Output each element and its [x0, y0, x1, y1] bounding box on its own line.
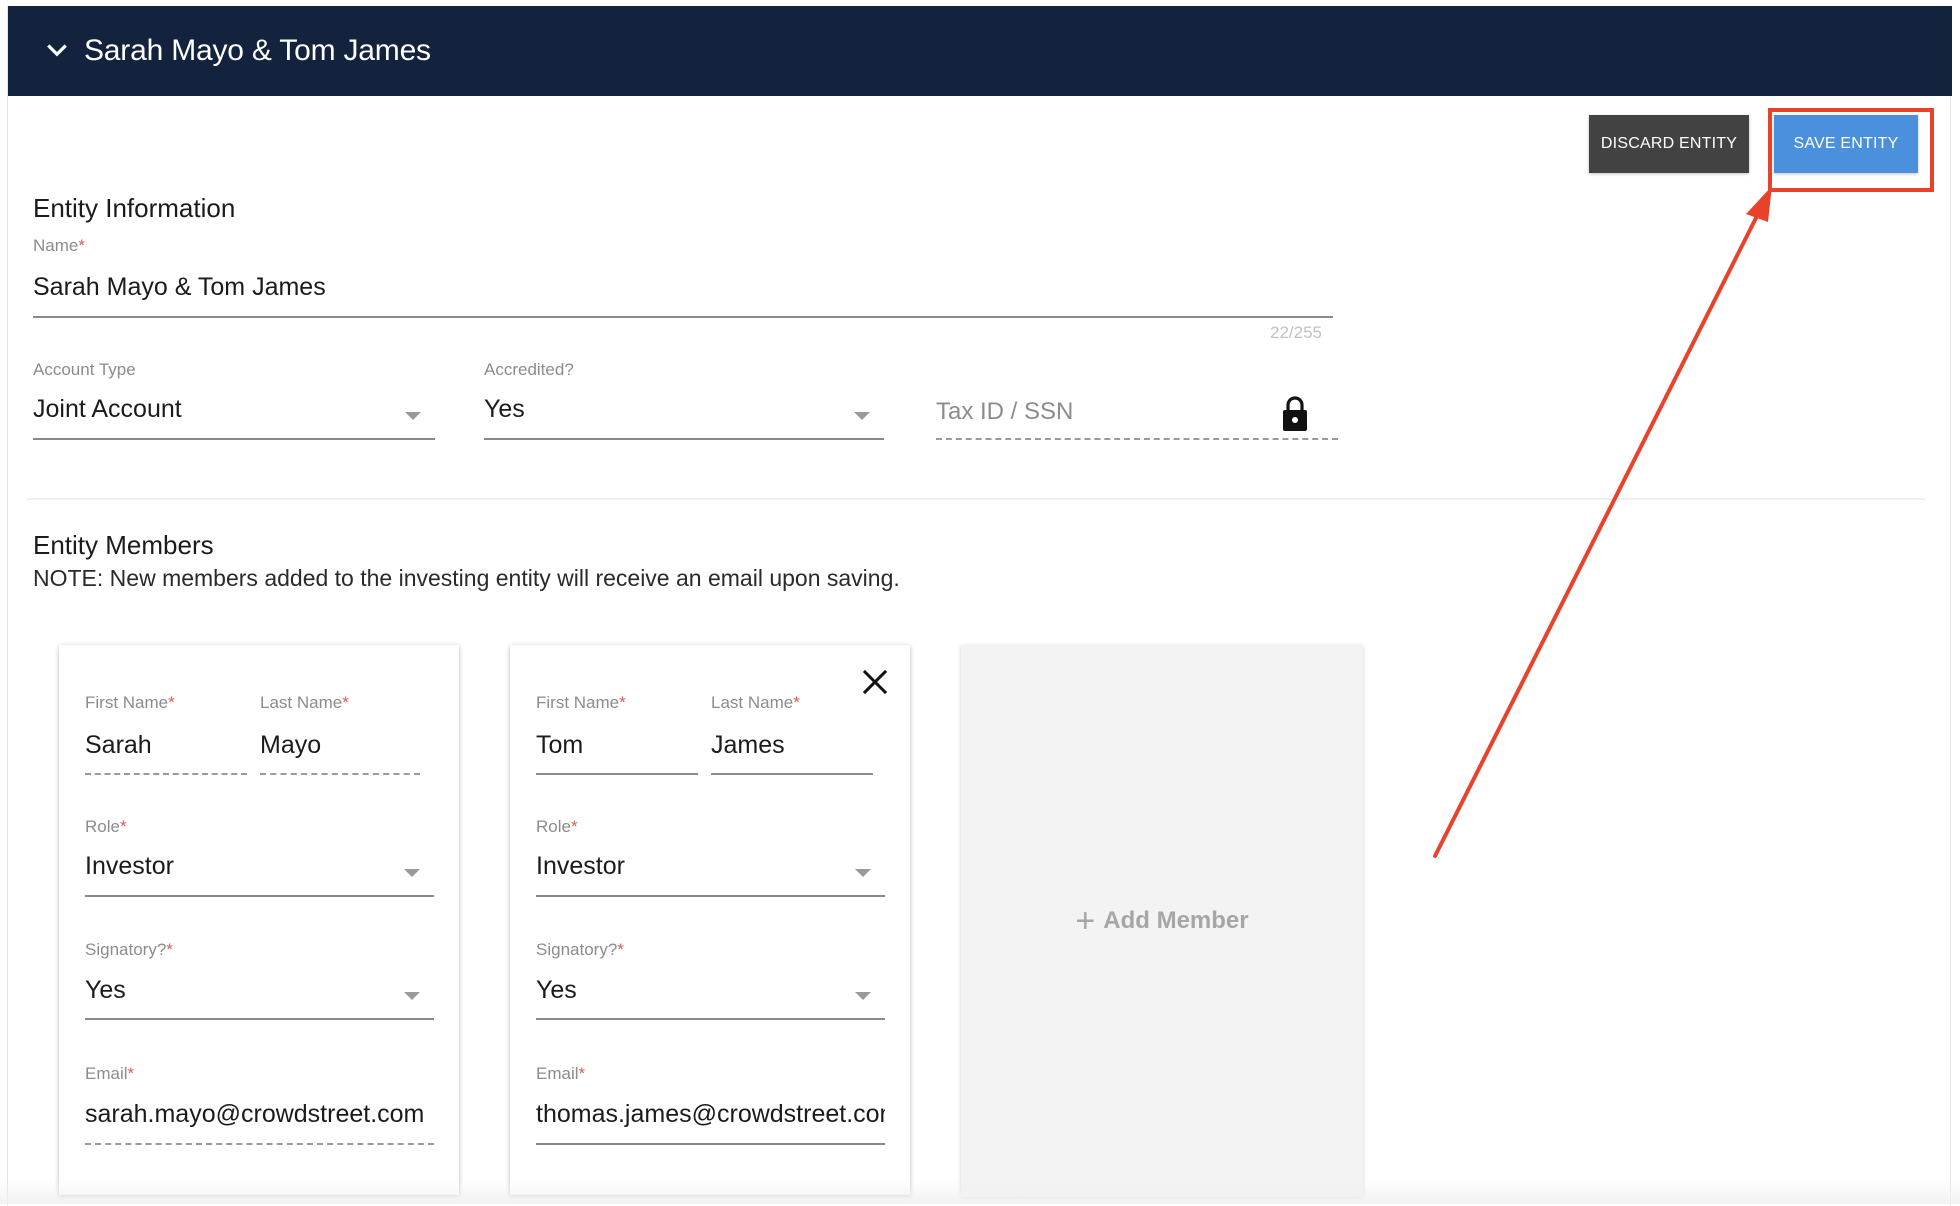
caret-down-icon[interactable] [404, 869, 420, 877]
caret-down-icon[interactable] [854, 412, 870, 420]
account-type-value: Joint Account [33, 395, 182, 423]
email-input[interactable]: sarah.mayo@crowdstreet.com [85, 1100, 434, 1129]
first-name-field[interactable]: First Name* Tom [536, 693, 698, 775]
caret-down-icon[interactable] [404, 992, 420, 1000]
lock-icon [1283, 396, 1307, 431]
chevron-down-icon[interactable] [44, 38, 70, 64]
last-name-input[interactable]: Mayo [260, 731, 321, 760]
discard-entity-button[interactable]: DISCARD ENTITY [1589, 115, 1749, 173]
tax-id-field[interactable]: Tax ID / SSN [936, 360, 1338, 442]
role-select[interactable]: Role* Investor [536, 817, 885, 899]
last-name-input[interactable]: James [711, 731, 785, 760]
caret-down-icon[interactable] [855, 869, 871, 877]
name-input[interactable]: Sarah Mayo & Tom James [33, 273, 326, 302]
last-name-field[interactable]: Last Name* Mayo [260, 693, 420, 775]
signatory-select[interactable]: Signatory?* Yes [85, 940, 434, 1022]
section-divider [27, 498, 1925, 500]
caret-down-icon[interactable] [855, 992, 871, 1000]
first-name-input[interactable]: Tom [536, 731, 583, 760]
plus-icon: + [1075, 902, 1096, 940]
signatory-value: Yes [85, 976, 126, 1004]
role-value: Investor [85, 852, 174, 880]
first-name-field[interactable]: First Name* Sarah [85, 693, 247, 775]
signatory-value: Yes [536, 976, 577, 1004]
required-marker: * [78, 236, 85, 255]
bottom-fade [0, 1180, 1960, 1204]
accredited-select[interactable]: Accredited? Yes [484, 360, 884, 442]
entity-header[interactable]: Sarah Mayo & Tom James [8, 6, 1952, 96]
account-type-select[interactable]: Account Type Joint Account [33, 360, 435, 442]
name-label: Name [33, 236, 79, 255]
name-char-counter: 22/255 [1270, 323, 1322, 342]
add-member-label: Add Member [1103, 907, 1249, 934]
name-field[interactable]: Name* Sarah Mayo & Tom James [33, 236, 1333, 320]
role-value: Investor [536, 852, 625, 880]
accredited-label: Accredited? [484, 360, 574, 379]
add-member-button[interactable]: + Add Member [961, 645, 1363, 1197]
member-card: First Name* Tom Last Name* James Role* I… [510, 645, 910, 1195]
members-note: NOTE: New members added to the investing… [33, 565, 900, 591]
email-field[interactable]: Email* thomas.james@crowdstreet.com [536, 1064, 885, 1146]
email-input[interactable]: thomas.james@crowdstreet.com [536, 1100, 885, 1129]
account-type-label: Account Type [33, 360, 136, 379]
accredited-value: Yes [484, 395, 525, 423]
first-name-input[interactable]: Sarah [85, 731, 152, 760]
tax-id-input[interactable]: Tax ID / SSN [936, 398, 1073, 426]
member-card: First Name* Sarah Last Name* Mayo Role* … [59, 645, 459, 1195]
entity-members-heading: Entity Members [33, 530, 214, 560]
last-name-field[interactable]: Last Name* James [711, 693, 873, 775]
name-underline [33, 316, 1333, 318]
entity-title: Sarah Mayo & Tom James [84, 34, 431, 67]
entity-information-heading: Entity Information [33, 193, 236, 223]
caret-down-icon[interactable] [405, 412, 421, 420]
signatory-select[interactable]: Signatory?* Yes [536, 940, 885, 1022]
email-field[interactable]: Email* sarah.mayo@crowdstreet.com [85, 1064, 434, 1146]
highlight-box [1768, 108, 1934, 192]
role-select[interactable]: Role* Investor [85, 817, 434, 899]
